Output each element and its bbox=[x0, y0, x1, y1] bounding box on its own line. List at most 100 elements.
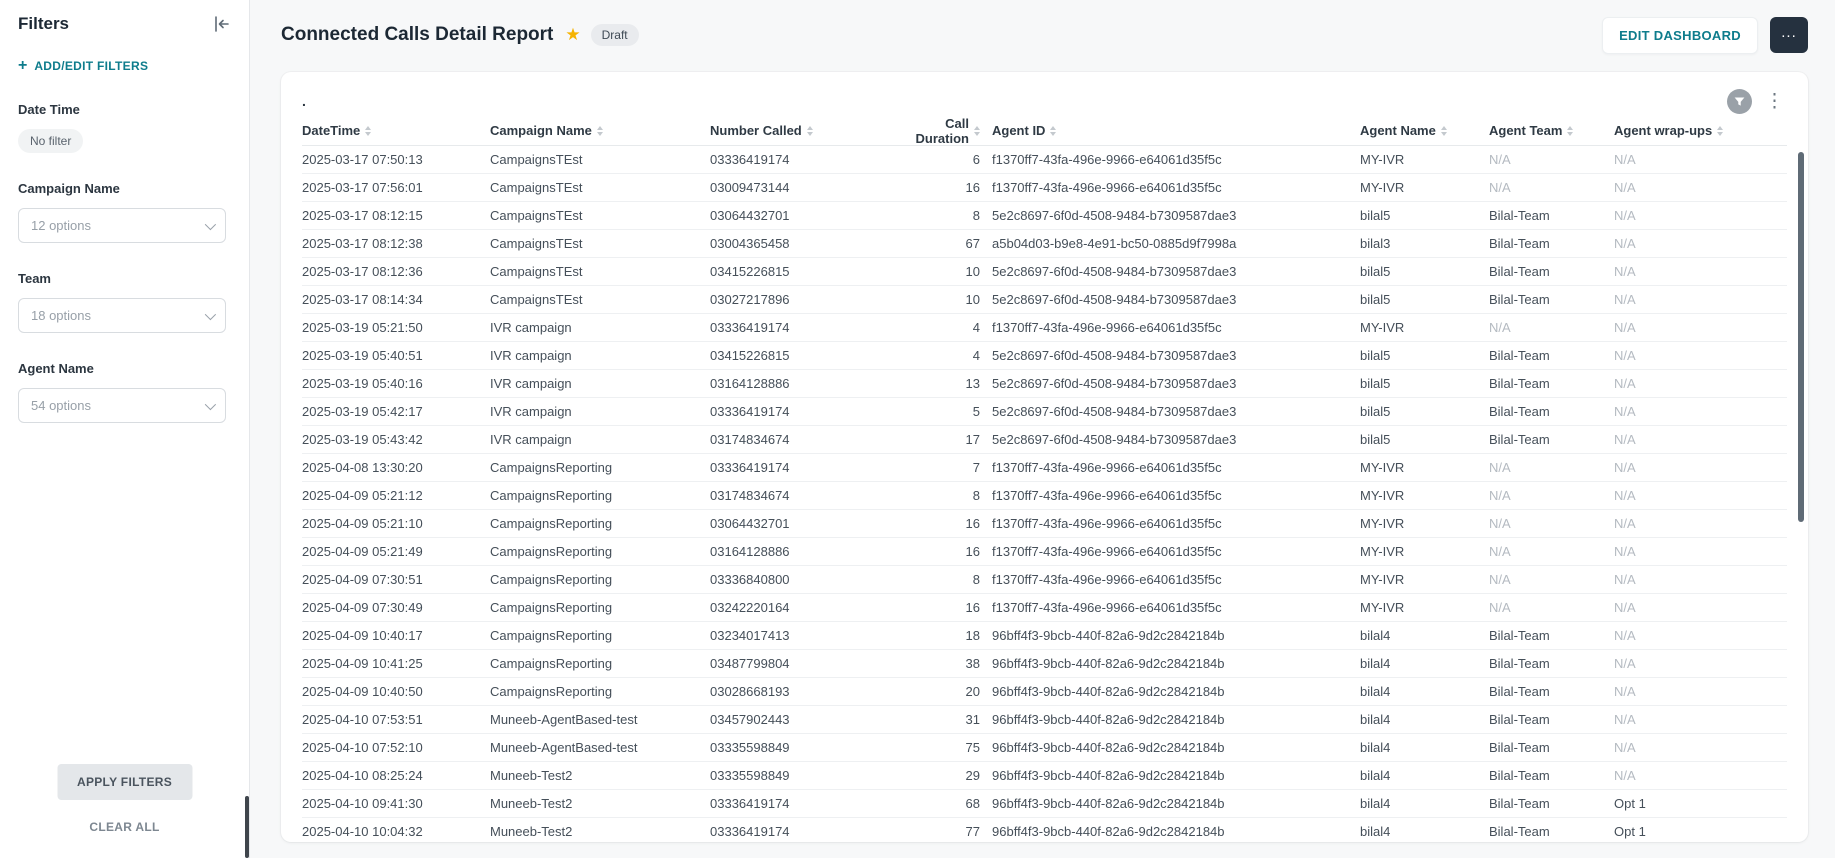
sort-icon[interactable] bbox=[1567, 126, 1573, 136]
table-cell: 67 bbox=[895, 236, 992, 251]
table-row[interactable]: 2025-03-17 07:50:13CampaignsTEst03336419… bbox=[302, 146, 1787, 174]
table-cell: Opt 1 bbox=[1614, 824, 1787, 839]
table-cell: 96bff4f3-9bcb-440f-82a6-9d2c2842184b bbox=[992, 824, 1360, 839]
table-cell: Muneeb-AgentBased-test bbox=[490, 712, 710, 727]
table-row[interactable]: 2025-04-09 05:21:12CampaignsReporting031… bbox=[302, 482, 1787, 510]
table-cell: N/A bbox=[1614, 292, 1787, 307]
table-row[interactable]: 2025-04-10 10:04:32Muneeb-Test2033364191… bbox=[302, 818, 1787, 842]
table-row[interactable]: 2025-04-09 10:40:50CampaignsReporting030… bbox=[302, 678, 1787, 706]
sort-icon[interactable] bbox=[1717, 126, 1723, 136]
table-row[interactable]: 2025-04-08 13:30:20CampaignsReporting033… bbox=[302, 454, 1787, 482]
table-cell: IVR campaign bbox=[490, 348, 710, 363]
column-header-agent-name[interactable]: Agent Name bbox=[1360, 123, 1489, 138]
table-cell: 5e2c8697-6f0d-4508-9484-b7309587dae3 bbox=[992, 432, 1360, 447]
apply-filters-button[interactable]: APPLY FILTERS bbox=[57, 764, 192, 800]
clear-all-button[interactable]: CLEAR ALL bbox=[89, 820, 159, 834]
table-cell: IVR campaign bbox=[490, 404, 710, 419]
main-content: Connected Calls Detail Report ★ Draft ED… bbox=[250, 0, 1835, 858]
sort-icon[interactable] bbox=[1441, 126, 1447, 136]
table-row[interactable]: 2025-04-10 07:52:10Muneeb-AgentBased-tes… bbox=[302, 734, 1787, 762]
filter-label: Campaign Name bbox=[18, 181, 231, 196]
filter-section-campaign: Campaign Name 12 options bbox=[18, 181, 231, 243]
widget-kebab-menu-icon[interactable]: ⋮ bbox=[1762, 92, 1787, 111]
table-row[interactable]: 2025-04-09 07:30:49CampaignsReporting032… bbox=[302, 594, 1787, 622]
table-cell: 2025-03-19 05:42:17 bbox=[302, 404, 490, 419]
star-icon[interactable]: ★ bbox=[565, 25, 580, 45]
table-cell: IVR campaign bbox=[490, 376, 710, 391]
ellipsis-icon: ... bbox=[1781, 24, 1797, 41]
table-cell: CampaignsTEst bbox=[490, 180, 710, 195]
collapse-sidebar-icon[interactable] bbox=[213, 16, 231, 32]
widget-filter-icon[interactable] bbox=[1727, 89, 1752, 114]
sidebar-scrollbar[interactable] bbox=[245, 796, 249, 858]
table-cell: N/A bbox=[1489, 600, 1614, 615]
table-cell: 2025-04-08 13:30:20 bbox=[302, 460, 490, 475]
table-row[interactable]: 2025-03-17 08:12:38CampaignsTEst03004365… bbox=[302, 230, 1787, 258]
column-header-agent-wrapups[interactable]: Agent wrap-ups bbox=[1614, 123, 1787, 138]
table-cell: bilal3 bbox=[1360, 236, 1489, 251]
table-row[interactable]: 2025-04-09 05:21:49CampaignsReporting031… bbox=[302, 538, 1787, 566]
sort-icon[interactable] bbox=[1050, 126, 1056, 136]
more-options-button[interactable]: ... bbox=[1770, 17, 1808, 53]
table-cell: bilal5 bbox=[1360, 292, 1489, 307]
table-cell: 03415226815 bbox=[710, 348, 895, 363]
table-cell: Bilal-Team bbox=[1489, 264, 1614, 279]
table-row[interactable]: 2025-04-09 07:30:51CampaignsReporting033… bbox=[302, 566, 1787, 594]
table-cell: N/A bbox=[1614, 236, 1787, 251]
widget-toolbar: . ⋮ bbox=[302, 86, 1787, 116]
table-cell: 5e2c8697-6f0d-4508-9484-b7309587dae3 bbox=[992, 208, 1360, 223]
table-row[interactable]: 2025-04-09 10:40:17CampaignsReporting032… bbox=[302, 622, 1787, 650]
table-row[interactable]: 2025-04-10 09:41:30Muneeb-Test2033364191… bbox=[302, 790, 1787, 818]
edit-dashboard-button[interactable]: EDIT DASHBOARD bbox=[1602, 17, 1758, 54]
table-cell: f1370ff7-43fa-496e-9966-e64061d35f5c bbox=[992, 600, 1360, 615]
table-cell: CampaignsTEst bbox=[490, 264, 710, 279]
sort-icon[interactable] bbox=[365, 126, 371, 136]
table-row[interactable]: 2025-03-17 08:14:34CampaignsTEst03027217… bbox=[302, 286, 1787, 314]
table-cell: 03335598849 bbox=[710, 768, 895, 783]
table-row[interactable]: 2025-04-09 05:21:10CampaignsReporting030… bbox=[302, 510, 1787, 538]
table-cell: 2025-04-09 05:21:12 bbox=[302, 488, 490, 503]
table-cell: 03004365458 bbox=[710, 236, 895, 251]
table-row[interactable]: 2025-03-19 05:42:17IVR campaign033364191… bbox=[302, 398, 1787, 426]
team-select[interactable]: 18 options bbox=[18, 298, 226, 333]
table-row[interactable]: 2025-04-10 08:25:24Muneeb-Test2033355988… bbox=[302, 762, 1787, 790]
column-header-agent-team[interactable]: Agent Team bbox=[1489, 123, 1614, 138]
table-header-row: DateTime Campaign Name Number Called Cal… bbox=[302, 116, 1787, 146]
table-cell: N/A bbox=[1614, 348, 1787, 363]
column-header-number-called[interactable]: Number Called bbox=[710, 123, 895, 138]
table-row[interactable]: 2025-03-19 05:40:16IVR campaign031641288… bbox=[302, 370, 1787, 398]
sort-icon[interactable] bbox=[597, 126, 603, 136]
table-cell: Bilal-Team bbox=[1489, 208, 1614, 223]
table-row[interactable]: 2025-03-19 05:21:50IVR campaign033364191… bbox=[302, 314, 1787, 342]
column-header-campaign-name[interactable]: Campaign Name bbox=[490, 123, 710, 138]
table-cell: MY-IVR bbox=[1360, 544, 1489, 559]
table-scrollbar[interactable] bbox=[1798, 138, 1804, 828]
table-row[interactable]: 2025-04-10 07:53:51Muneeb-AgentBased-tes… bbox=[302, 706, 1787, 734]
table-cell: 8 bbox=[895, 488, 992, 503]
datetime-filter-chip[interactable]: No filter bbox=[18, 129, 83, 153]
table-row[interactable]: 2025-03-17 08:12:36CampaignsTEst03415226… bbox=[302, 258, 1787, 286]
table-scrollbar-thumb[interactable] bbox=[1798, 152, 1804, 522]
filters-sidebar: Filters + ADD/EDIT FILTERS Date Time No … bbox=[0, 0, 250, 858]
table-row[interactable]: 2025-03-17 08:12:15CampaignsTEst03064432… bbox=[302, 202, 1787, 230]
column-header-call-duration[interactable]: Call Duration bbox=[895, 116, 992, 146]
plus-icon: + bbox=[18, 58, 27, 74]
table-row[interactable]: 2025-03-19 05:43:42IVR campaign031748346… bbox=[302, 426, 1787, 454]
table-cell: Bilal-Team bbox=[1489, 656, 1614, 671]
table-cell: Muneeb-Test2 bbox=[490, 824, 710, 839]
column-header-agent-id[interactable]: Agent ID bbox=[992, 123, 1360, 138]
column-header-datetime[interactable]: DateTime bbox=[302, 123, 490, 138]
table-row[interactable]: 2025-04-09 10:41:25CampaignsReporting034… bbox=[302, 650, 1787, 678]
sort-icon[interactable] bbox=[974, 126, 980, 136]
table-row[interactable]: 2025-03-17 07:56:01CampaignsTEst03009473… bbox=[302, 174, 1787, 202]
table-cell: 18 bbox=[895, 628, 992, 643]
filter-label: Agent Name bbox=[18, 361, 231, 376]
agent-name-select[interactable]: 54 options bbox=[18, 388, 226, 423]
table-cell: 2025-03-19 05:43:42 bbox=[302, 432, 490, 447]
table-row[interactable]: 2025-03-19 05:40:51IVR campaign034152268… bbox=[302, 342, 1787, 370]
table-cell: 5e2c8697-6f0d-4508-9484-b7309587dae3 bbox=[992, 348, 1360, 363]
campaign-name-select[interactable]: 12 options bbox=[18, 208, 226, 243]
add-edit-filters-button[interactable]: + ADD/EDIT FILTERS bbox=[18, 58, 231, 74]
sort-icon[interactable] bbox=[807, 126, 813, 136]
table-cell: 96bff4f3-9bcb-440f-82a6-9d2c2842184b bbox=[992, 712, 1360, 727]
